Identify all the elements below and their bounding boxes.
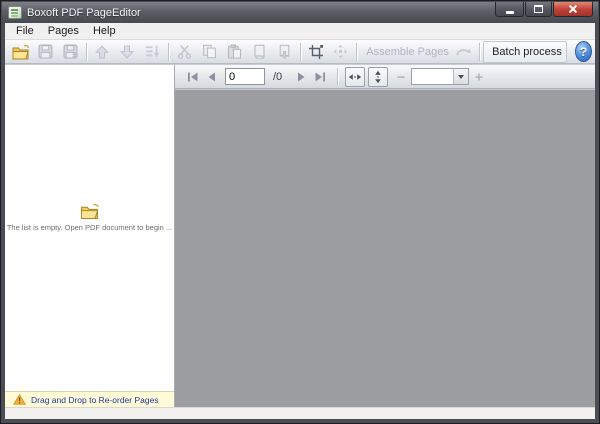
sort-icon [145, 45, 160, 58]
undo-button[interactable] [451, 41, 476, 63]
toolbar-separator [86, 42, 87, 61]
zoom-out-button[interactable] [394, 70, 408, 84]
arrow-down-icon [120, 45, 135, 59]
menu-file[interactable]: File [9, 24, 41, 38]
maximize-button[interactable] [525, 2, 552, 17]
main-body: The list is empty. Open PDF document to … [5, 64, 595, 407]
save-as-icon [63, 44, 78, 59]
minimize-button[interactable] [495, 2, 524, 17]
total-pages-label: /0 [273, 70, 283, 83]
empty-state: The list is empty. Open PDF document to … [5, 203, 174, 232]
status-bar [5, 407, 595, 419]
move-down-button[interactable] [115, 41, 140, 63]
crop-page-button[interactable] [303, 41, 328, 63]
window-controls [494, 2, 593, 17]
reorder-hint-label: Drag and Drop to Re-order Pages [31, 394, 159, 405]
scissors-icon [177, 45, 191, 59]
extract-page-button[interactable] [272, 41, 297, 63]
rotate-page-button[interactable] [247, 41, 272, 63]
open-folder-icon [12, 44, 29, 59]
save-icon [38, 44, 53, 59]
expand-icon [334, 44, 348, 59]
batch-process-button[interactable]: Batch process [482, 40, 568, 63]
copy-icon [202, 44, 216, 59]
fit-height-icon [375, 70, 381, 83]
sort-pages-button[interactable] [140, 41, 165, 63]
maximize-icon [534, 5, 543, 13]
preview-area: /0 [175, 65, 595, 407]
next-page-button[interactable] [292, 67, 311, 86]
toolbar-separator [478, 42, 480, 61]
help-icon: ? [579, 44, 588, 59]
current-page-input[interactable] [225, 68, 265, 85]
move-up-button[interactable] [90, 41, 115, 63]
arrow-up-icon [95, 44, 110, 58]
menu-bar: File Pages Help [5, 23, 595, 40]
close-icon [568, 4, 578, 14]
page-list-drop-area[interactable]: The list is empty. Open PDF document to … [5, 65, 174, 391]
page-preview-canvas [175, 89, 595, 407]
assemble-pages-label: Assemble Pages [366, 45, 449, 58]
close-button[interactable] [553, 2, 593, 17]
extract-page-icon [279, 44, 289, 59]
toolbar-separator [337, 67, 339, 86]
first-page-button[interactable] [183, 67, 202, 86]
menu-pages[interactable]: Pages [41, 24, 86, 38]
zoom-level-combobox[interactable] [411, 68, 470, 85]
assemble-pages-button[interactable]: Assemble Pages [360, 41, 451, 63]
app-icon [8, 6, 22, 19]
open-folder-empty-icon [80, 204, 99, 219]
paste-button[interactable] [222, 41, 247, 63]
batch-process-label: Batch process [492, 45, 562, 58]
crop-icon [308, 44, 323, 59]
combo-dropdown-button[interactable] [453, 69, 469, 84]
toolbar-separator [299, 42, 301, 61]
window-title: Boxoft PDF PageEditor [27, 6, 141, 19]
expand-page-button[interactable] [328, 41, 353, 63]
empty-list-message: The list is empty. Open PDF document to … [6, 223, 173, 232]
navigation-toolbar: /0 [175, 65, 595, 89]
zoom-out-icon [397, 75, 405, 78]
save-as-button[interactable] [58, 41, 83, 63]
save-button[interactable] [33, 41, 58, 63]
help-button[interactable]: ? [575, 41, 592, 62]
last-page-button[interactable] [311, 67, 330, 86]
minimize-icon [505, 10, 514, 14]
window-content: File Pages Help Assemble Pages Batch pro… [5, 23, 595, 419]
previous-page-icon [208, 72, 215, 81]
zoom-in-icon [475, 73, 483, 81]
fit-width-icon [349, 73, 362, 80]
copy-button[interactable] [197, 41, 222, 63]
first-page-icon [188, 72, 198, 81]
next-page-icon [298, 72, 305, 81]
zoom-level-value [412, 69, 453, 84]
title-bar: Boxoft PDF PageEditor [2, 2, 598, 23]
last-page-icon [315, 72, 326, 81]
rotate-page-icon [254, 44, 265, 59]
warning-icon [13, 394, 26, 405]
app-window: Boxoft PDF PageEditor File Pages Help As… [0, 0, 600, 424]
previous-page-button[interactable] [202, 67, 221, 86]
open-pdf-button[interactable] [8, 41, 33, 63]
main-toolbar: Assemble Pages Batch process ? [5, 40, 595, 64]
cut-button[interactable] [172, 41, 197, 63]
fit-height-button[interactable] [368, 66, 389, 87]
zoom-in-button[interactable] [472, 70, 486, 84]
reorder-hint-bar: Drag and Drop to Re-order Pages [5, 391, 174, 407]
menu-help[interactable]: Help [86, 24, 123, 38]
page-list-panel: The list is empty. Open PDF document to … [5, 65, 175, 407]
fit-width-button[interactable] [345, 66, 366, 87]
toolbar-separator [356, 42, 358, 61]
undo-icon [456, 48, 472, 56]
chevron-down-icon [458, 74, 465, 79]
toolbar-separator [167, 42, 169, 61]
paste-icon [227, 44, 241, 59]
